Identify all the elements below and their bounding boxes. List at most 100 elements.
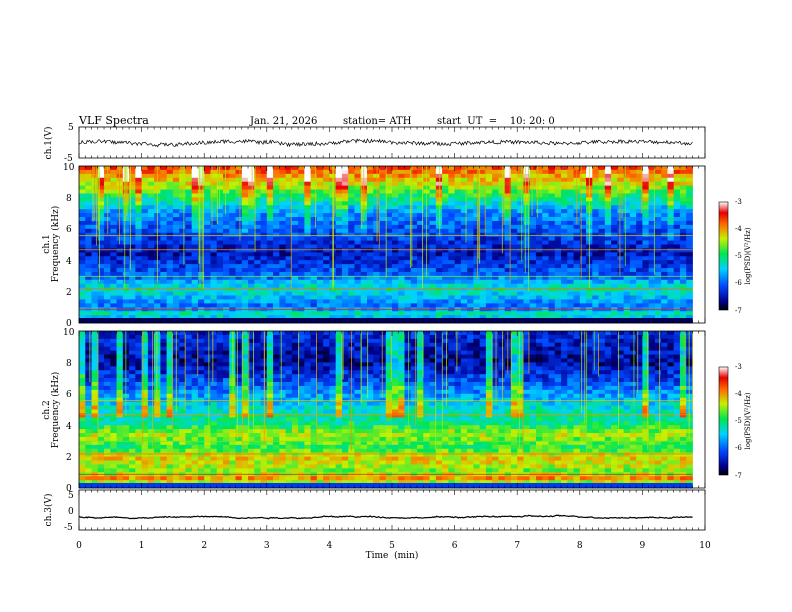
spectrogram-cell <box>673 220 681 226</box>
spectrogram-cell <box>435 244 443 249</box>
spectrogram-cell <box>354 181 362 187</box>
spectrogram-cell <box>91 252 99 257</box>
spectrogram-cell <box>404 342 412 348</box>
spectrogram-cell <box>210 283 218 289</box>
spectrogram-cell <box>623 248 631 253</box>
spectrogram-cell <box>166 244 174 249</box>
spectrogram-cell <box>97 256 105 261</box>
spectrogram-cell <box>172 248 180 253</box>
spectrogram-cell <box>561 256 568 261</box>
spectrogram-cell <box>410 331 418 336</box>
spectrogram-cell <box>667 244 675 249</box>
spectrogram-cell <box>185 303 193 308</box>
spectrogram-cell <box>561 338 568 344</box>
spectrogram-cell <box>498 287 506 293</box>
spectrogram-cell <box>104 331 111 336</box>
spectrogram-cell <box>598 217 606 222</box>
spectrogram-cell <box>561 303 568 308</box>
spectrogram-cell <box>204 271 211 277</box>
spectrogram-cell <box>548 350 556 355</box>
spectrogram-cell <box>129 283 136 289</box>
spectrogram-cell <box>542 338 549 344</box>
spectrogram-cell <box>366 291 374 296</box>
spectrogram-cell <box>548 342 556 348</box>
spectrogram-cell <box>467 232 474 238</box>
spectrogram-cell <box>485 201 493 206</box>
spectrogram-cell <box>554 350 562 355</box>
sferic-spike <box>588 166 590 289</box>
spectrogram-cell <box>235 252 243 257</box>
spectrogram-cell <box>448 181 455 187</box>
spectrogram-cell <box>279 220 286 226</box>
spectrogram-cell <box>523 283 531 289</box>
sferic-spike <box>421 166 423 289</box>
spectrogram-cell <box>354 201 362 206</box>
spectrogram-cell <box>517 169 524 175</box>
spectrogram-cell <box>592 185 599 190</box>
spectrogram-cell <box>222 201 230 206</box>
spectrogram-cell <box>592 268 599 273</box>
spectrogram-cell <box>398 201 405 206</box>
spectrogram-cell <box>298 342 305 348</box>
spectrogram-cell <box>266 256 274 261</box>
spectrogram-cell <box>204 279 211 285</box>
spectrogram-cell <box>185 228 193 234</box>
spectrogram-cell <box>379 331 387 336</box>
spectrogram-cell <box>673 338 681 344</box>
spectrogram-cell <box>679 217 687 222</box>
spectrogram-cell <box>85 264 92 269</box>
spectrogram-cell <box>129 334 136 340</box>
spectrogram-cell <box>166 193 174 198</box>
spectrogram-cell <box>679 181 687 187</box>
spectrogram-cell <box>191 213 199 218</box>
spectrogram-cell <box>141 303 149 308</box>
spectrogram-cell <box>679 252 687 257</box>
spectrogram-cell <box>110 283 117 289</box>
spectrogram-cell <box>592 228 599 234</box>
spectrogram-cell <box>679 228 687 234</box>
spectrogram-cell <box>611 205 618 210</box>
spectrogram-cell <box>460 287 468 293</box>
spectrogram-cell <box>329 291 337 296</box>
spectrogram-cell <box>667 232 675 238</box>
spectrogram-cell <box>310 197 318 202</box>
spectrogram-cell <box>379 252 387 257</box>
spectrogram-cell <box>636 268 643 273</box>
spectrogram-cell <box>517 181 524 187</box>
spectrogram-cell <box>85 169 92 175</box>
spectrogram-cell <box>642 189 650 194</box>
spectrogram-cell <box>429 338 437 344</box>
spectrogram-cell <box>542 287 549 293</box>
spectrogram-cell <box>248 279 255 285</box>
spectrogram-cell <box>229 240 236 245</box>
spectrogram-cell <box>548 177 556 183</box>
spectrogram-cell <box>485 295 493 300</box>
spectrogram-cell <box>323 268 330 273</box>
spectrogram-cell <box>323 260 330 265</box>
sferic-spike <box>477 166 479 259</box>
spectrogram-cell <box>498 303 506 308</box>
spectrogram-cell <box>160 181 168 187</box>
spectrogram-cell <box>654 252 662 257</box>
spectrogram-cell <box>85 342 92 348</box>
spectrogram-cell <box>266 181 274 187</box>
spectrogram-cell <box>567 189 574 194</box>
spectrogram-cell <box>404 334 412 340</box>
spectrogram-cell <box>392 169 399 175</box>
spectrogram-cell <box>636 236 643 241</box>
spectrogram-cell <box>473 331 481 336</box>
spectrogram-cell <box>485 291 493 296</box>
spectrogram-cell <box>379 209 387 214</box>
spectrogram-cell <box>360 271 368 277</box>
spectrogram-cell <box>116 264 124 269</box>
spectrogram-cell <box>448 311 455 316</box>
spectrogram-cell <box>454 209 462 214</box>
spectrogram-cell <box>554 189 562 194</box>
spectrogram-cell <box>279 346 286 352</box>
spectrogram-cell <box>366 295 374 300</box>
spectrogram-cell <box>554 185 562 190</box>
spectrogram-cell <box>548 287 556 293</box>
spectrogram-cell <box>147 217 155 222</box>
spectrogram-cell <box>554 232 562 238</box>
spectrogram-cell <box>392 350 399 355</box>
